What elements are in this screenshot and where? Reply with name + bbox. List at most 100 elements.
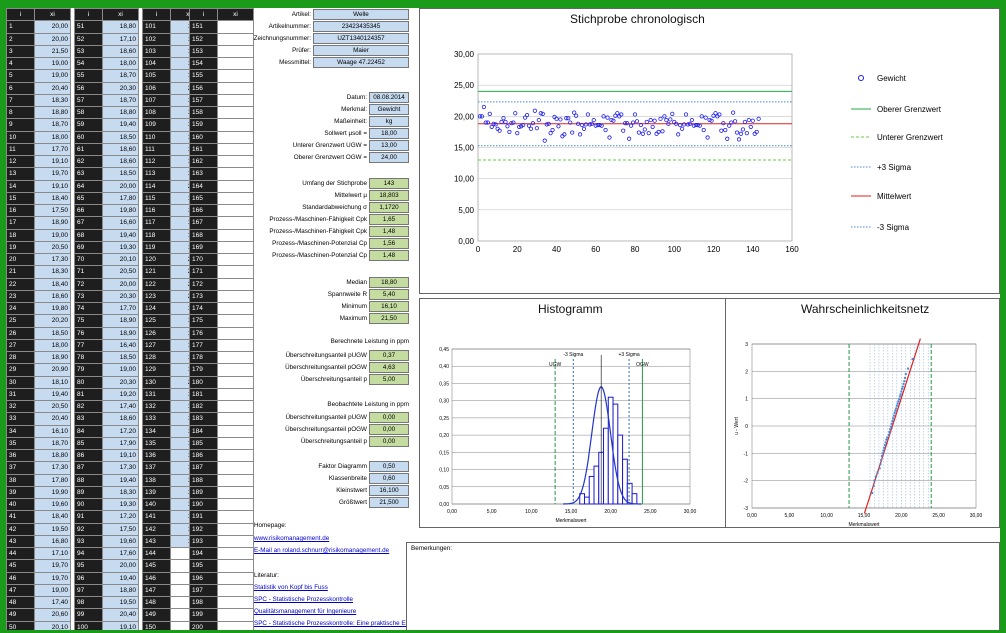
row-value[interactable]: 19,50 [34, 522, 71, 536]
row-value[interactable]: 19,40 [102, 228, 139, 242]
row-value[interactable]: 19,40 [102, 571, 139, 585]
row-value[interactable]: 19,00 [34, 583, 71, 598]
row-value[interactable]: 17,60 [102, 546, 139, 561]
row-value[interactable]: 18,60 [102, 412, 139, 426]
row-value[interactable]: 17,20 [102, 510, 139, 524]
row-value[interactable]: 20,00 [34, 20, 71, 34]
row-value[interactable]: 20,60 [34, 608, 71, 622]
row-value[interactable] [217, 301, 254, 316]
row-value[interactable] [217, 363, 254, 377]
row-value[interactable]: 20,00 [102, 277, 139, 291]
row-value[interactable] [217, 608, 254, 622]
row-value[interactable] [217, 522, 254, 536]
row-value[interactable] [217, 510, 254, 524]
row-value[interactable]: 18,80 [102, 583, 139, 598]
row-value[interactable]: 17,50 [102, 522, 139, 536]
row-value[interactable]: 17,20 [102, 424, 139, 438]
row-value[interactable] [217, 338, 254, 353]
row-value[interactable]: 19,40 [102, 473, 139, 487]
row-value[interactable]: 18,00 [34, 338, 71, 353]
row-value[interactable] [217, 424, 254, 438]
row-value[interactable]: 16,40 [102, 338, 139, 353]
row-value[interactable]: 17,90 [102, 436, 139, 451]
row-value[interactable]: 17,80 [34, 473, 71, 487]
row-value[interactable]: 19,00 [34, 69, 71, 83]
row-value[interactable]: 19,40 [34, 387, 71, 402]
row-value[interactable] [217, 620, 254, 630]
row-value[interactable]: 18,30 [34, 93, 71, 108]
row-value[interactable]: 17,70 [34, 142, 71, 157]
row-value[interactable]: 19,60 [102, 534, 139, 549]
diagram-value-kleinstwert[interactable]: 16,100 [369, 485, 409, 496]
row-value[interactable]: 20,90 [34, 363, 71, 377]
row-value[interactable]: 20,30 [102, 81, 139, 95]
row-value[interactable] [217, 497, 254, 512]
row-value[interactable]: 18,30 [34, 265, 71, 279]
info-value-artikel[interactable]: Welle [313, 9, 409, 20]
row-value[interactable]: 17,30 [34, 252, 71, 267]
row-value[interactable] [217, 534, 254, 549]
row-value[interactable]: 18,00 [102, 56, 139, 71]
row-value[interactable] [217, 546, 254, 561]
row-value[interactable]: 18,90 [102, 326, 139, 340]
row-value[interactable]: 18,60 [34, 289, 71, 304]
row-value[interactable]: 18,60 [102, 44, 139, 59]
row-value[interactable]: 20,00 [102, 179, 139, 193]
row-value[interactable]: 20,30 [102, 375, 139, 389]
row-value[interactable]: 16,10 [34, 424, 71, 438]
row-value[interactable]: 18,60 [102, 154, 139, 169]
row-value[interactable]: 18,60 [102, 142, 139, 157]
row-value[interactable]: 16,60 [102, 216, 139, 230]
row-value[interactable]: 19,90 [34, 485, 71, 500]
row-value[interactable] [217, 473, 254, 487]
row-value[interactable]: 18,90 [102, 314, 139, 328]
row-value[interactable]: 18,90 [34, 350, 71, 365]
row-value[interactable] [217, 375, 254, 389]
row-value[interactable]: 20,10 [102, 252, 139, 267]
row-value[interactable] [217, 69, 254, 83]
info-value-zeichnungsnummer[interactable]: UZT1340124357 [313, 33, 409, 44]
row-value[interactable]: 18,70 [102, 69, 139, 83]
row-value[interactable]: 19,70 [34, 571, 71, 585]
row-value[interactable] [217, 44, 254, 59]
literature-link-3[interactable]: Qualitätsmanagement für Ingenieure [254, 608, 356, 615]
diagram-value-klassenbreite[interactable]: 0,60 [369, 473, 409, 484]
row-value[interactable] [217, 289, 254, 304]
diagram-value-faktor[interactable]: 0,50 [369, 461, 409, 472]
row-value[interactable] [217, 81, 254, 95]
row-value[interactable] [217, 461, 254, 475]
row-value[interactable] [217, 387, 254, 402]
row-value[interactable]: 18,70 [34, 436, 71, 451]
row-value[interactable]: 17,40 [34, 595, 71, 610]
row-value[interactable]: 19,00 [34, 228, 71, 242]
spec-value-masseinheit[interactable]: kg [369, 116, 409, 127]
row-value[interactable]: 19,10 [34, 154, 71, 169]
row-value[interactable]: 21,50 [34, 44, 71, 59]
row-value[interactable]: 18,80 [34, 105, 71, 120]
row-value[interactable] [217, 56, 254, 71]
row-value[interactable]: 19,60 [34, 497, 71, 512]
row-value[interactable] [217, 142, 254, 157]
row-value[interactable]: 16,80 [34, 534, 71, 549]
row-value[interactable]: 19,00 [102, 363, 139, 377]
row-value[interactable] [217, 583, 254, 598]
row-value[interactable]: 20,30 [102, 289, 139, 304]
row-value[interactable]: 19,30 [102, 497, 139, 512]
row-value[interactable]: 20,40 [102, 608, 139, 622]
row-value[interactable] [217, 595, 254, 610]
row-value[interactable]: 19,30 [102, 240, 139, 255]
row-value[interactable]: 20,50 [102, 265, 139, 279]
row-value[interactable] [217, 179, 254, 193]
row-value[interactable]: 19,10 [102, 448, 139, 463]
row-value[interactable]: 17,70 [102, 301, 139, 316]
row-value[interactable]: 18,50 [102, 167, 139, 181]
row-value[interactable]: 18,80 [102, 105, 139, 120]
row-value[interactable]: 19,40 [102, 118, 139, 132]
row-value[interactable]: 19,00 [34, 56, 71, 71]
row-value[interactable] [217, 105, 254, 120]
row-value[interactable]: 17,30 [34, 461, 71, 475]
row-value[interactable]: 18,00 [34, 130, 71, 144]
row-value[interactable]: 17,80 [102, 191, 139, 206]
row-value[interactable]: 17,10 [34, 546, 71, 561]
row-value[interactable]: 18,70 [102, 93, 139, 108]
